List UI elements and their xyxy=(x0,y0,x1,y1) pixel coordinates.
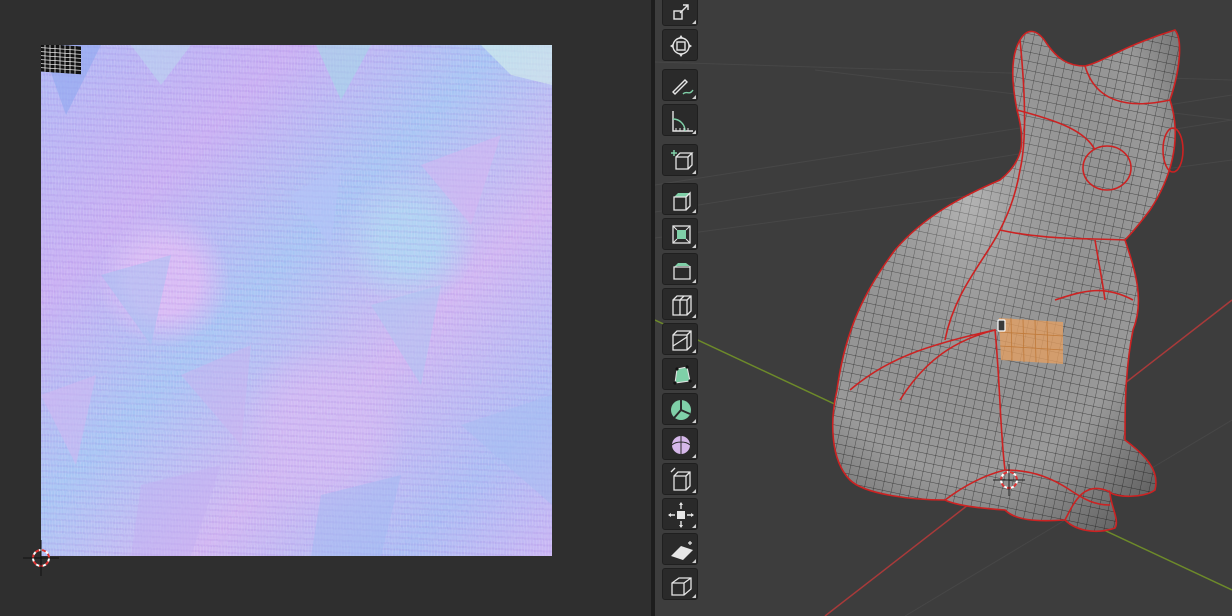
tool-bevel[interactable] xyxy=(662,253,698,285)
texture-noise xyxy=(41,45,552,556)
tool-shelf xyxy=(662,0,700,616)
cat-mesh[interactable] xyxy=(655,0,1232,616)
tool-annotate[interactable] xyxy=(662,69,698,101)
uv-texture-image[interactable] xyxy=(41,45,552,556)
tool-scale[interactable] xyxy=(662,0,698,26)
tool-shrink-fatten[interactable] xyxy=(662,498,698,530)
tool-extrude-region[interactable] xyxy=(662,183,698,215)
selected-faces[interactable] xyxy=(997,317,1064,364)
tool-edge-slide[interactable] xyxy=(662,463,698,495)
blender-window xyxy=(0,0,1232,616)
tool-shear[interactable] xyxy=(662,533,698,565)
tool-loop-cut[interactable] xyxy=(662,288,698,320)
tool-smooth[interactable] xyxy=(662,428,698,460)
tool-inset-faces[interactable] xyxy=(662,218,698,250)
uv-island-selected[interactable] xyxy=(41,45,81,75)
tool-measure[interactable] xyxy=(662,104,698,136)
3d-viewport[interactable] xyxy=(655,0,1232,616)
tool-poly-build[interactable] xyxy=(662,358,698,390)
tool-knife[interactable] xyxy=(662,323,698,355)
tool-add-cube[interactable] xyxy=(662,144,698,176)
2d-cursor-icon[interactable] xyxy=(23,540,59,576)
tool-spin[interactable] xyxy=(662,393,698,425)
uv-editor[interactable] xyxy=(0,0,651,616)
tool-transform[interactable] xyxy=(662,29,698,61)
transform-icon xyxy=(670,35,692,57)
tool-rip-region[interactable] xyxy=(662,568,698,600)
